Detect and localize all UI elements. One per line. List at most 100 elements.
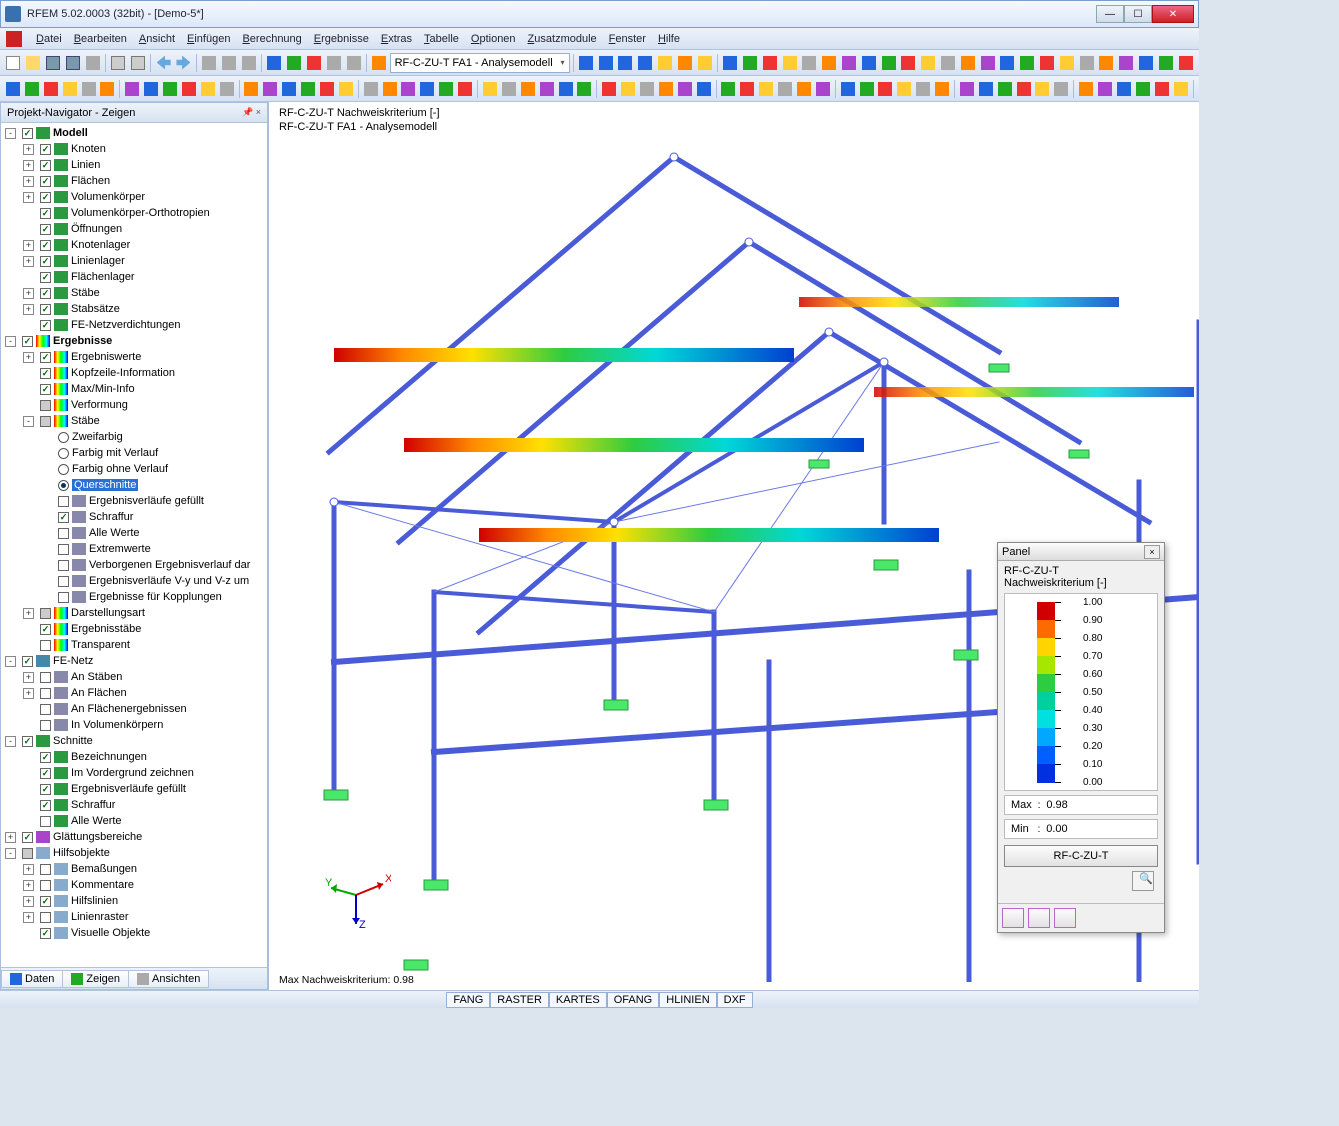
- menu-berechnung[interactable]: Berechnung: [236, 31, 307, 47]
- tree-item[interactable]: Verformung: [1, 397, 267, 413]
- redo-icon[interactable]: [174, 52, 193, 74]
- expand-icon[interactable]: +: [5, 832, 16, 843]
- checkbox[interactable]: [40, 784, 51, 795]
- tool2-11-icon[interactable]: [218, 78, 236, 100]
- menu-ansicht[interactable]: Ansicht: [133, 31, 181, 47]
- expand-icon[interactable]: -: [5, 848, 16, 859]
- tree-item[interactable]: +Ergebniswerte: [1, 349, 267, 365]
- tree-label[interactable]: Flächen: [71, 175, 110, 187]
- checkbox[interactable]: [40, 400, 51, 411]
- checkbox[interactable]: [40, 800, 51, 811]
- tree-item[interactable]: Öffnungen: [1, 221, 267, 237]
- tree-item[interactable]: Visuelle Objekte: [1, 925, 267, 941]
- tool2-23-icon[interactable]: [456, 78, 474, 100]
- tree-item[interactable]: +Bemaßungen: [1, 861, 267, 877]
- tool2-4-icon[interactable]: [80, 78, 98, 100]
- res1-icon[interactable]: [656, 52, 675, 74]
- checkbox[interactable]: [22, 848, 33, 859]
- expand-icon[interactable]: +: [23, 352, 34, 363]
- checkbox[interactable]: [22, 832, 33, 843]
- tree-item[interactable]: An Flächenergebnissen: [1, 701, 267, 717]
- tree-label[interactable]: Ergebnisverläufe gefüllt: [89, 495, 204, 507]
- tree-item[interactable]: + Flächen: [1, 173, 267, 189]
- undo-icon[interactable]: [154, 52, 173, 74]
- checkbox[interactable]: [40, 240, 51, 251]
- radio-icon[interactable]: [58, 432, 69, 443]
- status-ofang[interactable]: OFANG: [607, 992, 660, 1008]
- tool2-45-icon[interactable]: [895, 78, 913, 100]
- checkbox[interactable]: [22, 336, 33, 347]
- tree-label[interactable]: Linien: [71, 159, 100, 171]
- tree-item[interactable]: -FE-Netz: [1, 653, 267, 669]
- tool2-3-icon[interactable]: [61, 78, 79, 100]
- radio-icon[interactable]: [58, 480, 69, 491]
- calc-icon[interactable]: [285, 52, 304, 74]
- tool2-13-icon[interactable]: [261, 78, 279, 100]
- tree-item[interactable]: +Darstellungsart: [1, 605, 267, 621]
- tree-label[interactable]: Verborgenen Ergebnisverlauf dar: [89, 559, 250, 571]
- close-button[interactable]: ✕: [1152, 5, 1194, 23]
- tool2-30-icon[interactable]: [600, 78, 618, 100]
- tool2-56-icon[interactable]: [1115, 78, 1133, 100]
- tree-label[interactable]: Schraffur: [89, 511, 133, 523]
- status-raster[interactable]: RASTER: [490, 992, 549, 1008]
- tree-item[interactable]: Verborgenen Ergebnisverlauf dar: [1, 557, 267, 573]
- menu-fenster[interactable]: Fenster: [603, 31, 652, 47]
- checkbox[interactable]: [40, 256, 51, 267]
- checkbox[interactable]: [22, 656, 33, 667]
- tree-label[interactable]: Verformung: [71, 399, 128, 411]
- tree-label[interactable]: Kommentare: [71, 879, 134, 891]
- tree-item[interactable]: Alle Werte: [1, 525, 267, 541]
- tool-7-icon[interactable]: [859, 52, 878, 74]
- tool2-39-icon[interactable]: [776, 78, 794, 100]
- tree-item[interactable]: Ergebnisverläufe gefüllt: [1, 493, 267, 509]
- minimize-button[interactable]: —: [1096, 5, 1124, 23]
- panel-header[interactable]: Panel ×: [998, 543, 1164, 561]
- model-canvas[interactable]: RF-C-ZU-T Nachweiskriterium [-] RF-C-ZU-…: [268, 102, 1199, 990]
- res3-icon[interactable]: [695, 52, 714, 74]
- checkbox[interactable]: [40, 640, 51, 651]
- radio-icon[interactable]: [58, 448, 69, 459]
- tool2-10-icon[interactable]: [199, 78, 217, 100]
- tool-22-icon[interactable]: [1156, 52, 1175, 74]
- checkbox[interactable]: [40, 304, 51, 315]
- tree-label[interactable]: Querschnitte: [72, 479, 138, 491]
- tree-label[interactable]: Glättungsbereiche: [53, 831, 142, 843]
- checkbox[interactable]: [40, 208, 51, 219]
- tree-item[interactable]: Bezeichnungen: [1, 749, 267, 765]
- tree-label[interactable]: Visuelle Objekte: [71, 927, 150, 939]
- tree-label[interactable]: Ergebnisse: [53, 335, 112, 347]
- tool2-38-icon[interactable]: [757, 78, 775, 100]
- tool2-35-icon[interactable]: [695, 78, 713, 100]
- tool-10-icon[interactable]: [919, 52, 938, 74]
- tool2-36-icon[interactable]: [719, 78, 737, 100]
- checkbox[interactable]: [40, 912, 51, 923]
- tool-0-icon[interactable]: [721, 52, 740, 74]
- tool2-32-icon[interactable]: [638, 78, 656, 100]
- tool2-17-icon[interactable]: [337, 78, 355, 100]
- tool-18-icon[interactable]: [1077, 52, 1096, 74]
- tree-label[interactable]: Stäbe: [71, 287, 100, 299]
- expand-icon[interactable]: +: [23, 176, 34, 187]
- checkbox[interactable]: [40, 720, 51, 731]
- tree-label[interactable]: Ergebnisverläufe V-y und V-z um: [89, 575, 249, 587]
- status-fang[interactable]: FANG: [446, 992, 490, 1008]
- tool2-16-icon[interactable]: [318, 78, 336, 100]
- expand-icon[interactable]: +: [23, 896, 34, 907]
- tree-item[interactable]: Im Vordergrund zeichnen: [1, 765, 267, 781]
- checkbox[interactable]: [40, 224, 51, 235]
- loadcase-combo[interactable]: RF-C-ZU-T FA1 - Analysemodell▾: [390, 53, 570, 73]
- tool2-12-icon[interactable]: [242, 78, 260, 100]
- tree-item[interactable]: +Volumenkörper: [1, 189, 267, 205]
- tree-label[interactable]: In Volumenkörpern: [71, 719, 163, 731]
- tree-item[interactable]: +An Flächen: [1, 685, 267, 701]
- tree-label[interactable]: Öffnungen: [71, 223, 122, 235]
- tree-item[interactable]: Kopfzeile-Information: [1, 365, 267, 381]
- tree-item[interactable]: FE-Netzverdichtungen: [1, 317, 267, 333]
- tool2-55-icon[interactable]: [1096, 78, 1114, 100]
- tree-label[interactable]: Zweifarbig: [72, 431, 123, 443]
- tree-item[interactable]: Ergebnisse für Kopplungen: [1, 589, 267, 605]
- tool2-43-icon[interactable]: [858, 78, 876, 100]
- pin-icon[interactable]: 📌 ×: [242, 107, 261, 118]
- tool-19-icon[interactable]: [1097, 52, 1116, 74]
